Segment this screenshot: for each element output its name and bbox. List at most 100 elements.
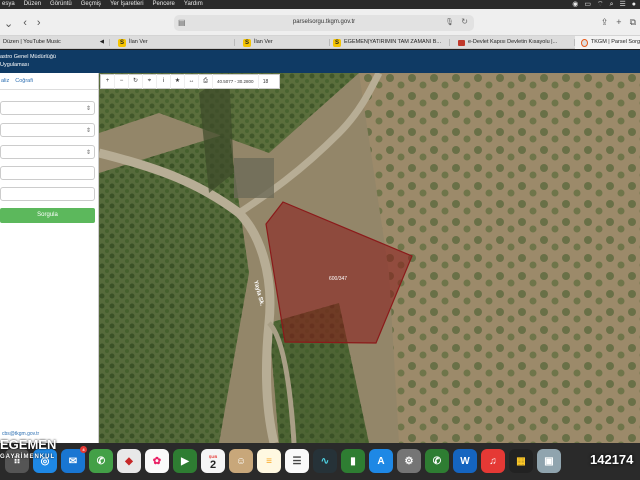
music-icon[interactable]: ♫ [481, 449, 505, 473]
parcel-input[interactable] [0, 187, 95, 201]
tab-tkgm[interactable]: TKGM | Parsel Sorg [575, 36, 640, 49]
menu-view[interactable]: Görüntü [50, 0, 72, 9]
speaker-icon[interactable]: ◀ [100, 36, 104, 49]
menu-bar: esya Düzen Görüntü Geçmiş Yer İşaretleri… [0, 0, 640, 9]
province-select[interactable]: ⇕ [0, 101, 95, 115]
reminders-icon[interactable]: ☰ [285, 449, 309, 473]
app-header: astro Genel Müdürlüğü Uygulaması [0, 50, 640, 73]
forward-button[interactable]: › [37, 17, 41, 30]
word-icon[interactable]: W [453, 449, 477, 473]
zoom-in-button[interactable]: + [101, 74, 115, 89]
messages-icon[interactable]: ✆ [89, 449, 113, 473]
sahibinden-icon: S [118, 38, 126, 47]
company-watermark: EGEMEN GAYRİMENKUL [0, 438, 66, 468]
tab-youtube-music[interactable]: Düzen | YouTube Music ◀ [0, 36, 110, 49]
siri-icon[interactable]: ● [632, 0, 636, 9]
reload-icon[interactable]: ↻ [461, 17, 468, 26]
edevlet-icon [458, 39, 465, 46]
control-center-icon[interactable]: ☰ [619, 0, 625, 9]
calendar-day: 2 [209, 459, 217, 471]
print-icon[interactable]: ⎙ [199, 74, 213, 89]
search-icon[interactable]: ⌕ [610, 0, 614, 9]
app-subtitle: Uygulaması [0, 62, 30, 68]
map-toolbar: + − ↻ ⌖ i ★ ↔ ⎙ 40.5077 - 30.2800 18 [100, 74, 280, 89]
freeform-icon[interactable]: ∿ [313, 449, 337, 473]
tab-label: İlan Ver [129, 39, 148, 45]
parcel-number-label: 600/347 [329, 276, 347, 282]
notes-icon[interactable]: ≡ [257, 449, 281, 473]
query-button[interactable]: Sorgula [0, 208, 95, 223]
star-icon[interactable]: ★ [171, 74, 185, 89]
system-settings-icon[interactable]: ⚙ [397, 449, 421, 473]
agency-name: astro Genel Müdürlüğü [0, 54, 56, 60]
menu-window[interactable]: Pencere [153, 0, 175, 9]
tab-ilan-ver-1[interactable]: S İlan Ver [110, 36, 235, 49]
maps-icon[interactable]: ◆ [117, 449, 141, 473]
tab-label: TKGM | Parsel Sorg [590, 39, 640, 45]
select-arrow-icon: ⇕ [85, 150, 91, 156]
tkgm-favicon [581, 38, 588, 47]
status-icons: ◉ ▭ ⌔ ⌕ ☰ ● [572, 0, 640, 9]
facetime-icon[interactable]: ▶ [173, 449, 197, 473]
gallery-app-icon[interactable]: ▦ [509, 449, 533, 473]
tab-label: e-Devlet Kapısı Devletin Kısayolu |... [468, 39, 558, 45]
info-icon[interactable]: i [157, 74, 171, 89]
sidebar-toggle-icon[interactable]: ⌄ [4, 17, 13, 30]
menu-bookmarks[interactable]: Yer İşaretleri [110, 0, 143, 9]
menu-edit[interactable]: Düzen [24, 0, 41, 9]
satellite-map[interactable]: 600/347 Yayla Sk. [99, 73, 640, 443]
watermark-line2: GAYRİMENKUL [0, 454, 56, 460]
numbers-icon[interactable]: ▮ [341, 449, 365, 473]
tab-egemen[interactable]: S EGEMEN|YATIRIMIN TAM ZAMANI B... [330, 36, 450, 49]
address-bar[interactable]: ▤ parselsorgu.tkgm.gov.tr 🎙 ↻ [174, 15, 474, 31]
tab-ilan-ver-2[interactable]: S İlan Ver [235, 36, 330, 49]
tab-analytic[interactable]: aliz [1, 78, 9, 84]
locate-icon[interactable]: ⌖ [143, 74, 157, 89]
back-button[interactable]: ‹ [23, 17, 27, 30]
phone-overlay: 142174 [590, 452, 634, 467]
tab-label: İlan Ver [254, 39, 273, 45]
browser-toolbar: ⌄ ‹ › ▤ parselsorgu.tkgm.gov.tr 🎙 ↻ ⇪ + … [0, 9, 640, 36]
share-icon[interactable]: ⇪ [601, 17, 609, 28]
contacts-icon[interactable]: ☺ [229, 449, 253, 473]
tabs-icon[interactable]: ⧉ [630, 17, 636, 28]
district-select[interactable]: ⇕ [0, 123, 95, 137]
menu-file[interactable]: esya [2, 0, 15, 9]
nav-buttons: ⌄ ‹ › [4, 17, 41, 30]
address-url[interactable]: parselsorgu.tkgm.gov.tr [174, 19, 474, 25]
map-imagery[interactable]: 600/347 Yayla Sk. [99, 73, 640, 443]
tab-label: Düzen | YouTube Music [3, 39, 61, 45]
select-arrow-icon: ⇕ [85, 106, 91, 112]
dock: ⠿ ◎ ✉ 4 ✆ ◆ ✿ ▶ ŞUB 2 ☺ ≡ ☰ ∿ ▮ A ⚙ ✆ W ♫… [0, 443, 640, 480]
block-input[interactable] [0, 166, 95, 180]
app-store-icon[interactable]: A [369, 449, 393, 473]
wifi-icon[interactable]: ⌔ [597, 0, 604, 9]
query-sidebar: aliz Coğrafi ⇕ ⇕ ⇕ Sorgula cbs@tkgm.gov.… [0, 73, 99, 443]
calendar-icon[interactable]: ŞUB 2 [201, 449, 225, 473]
battery-icon[interactable]: ▭ [584, 0, 591, 9]
preview-icon[interactable]: ▣ [537, 449, 561, 473]
whatsapp-icon[interactable]: ✆ [425, 449, 449, 473]
photos-icon[interactable]: ✿ [145, 449, 169, 473]
dock-icons: ⠿ ◎ ✉ 4 ✆ ◆ ✿ ▶ ŞUB 2 ☺ ≡ ☰ ∿ ▮ A ⚙ ✆ W ♫… [0, 446, 640, 475]
neighborhood-select[interactable]: ⇕ [0, 145, 95, 159]
coordinate-readout: 40.5077 - 30.2800 [213, 74, 259, 89]
sahibinden-icon: S [333, 38, 341, 47]
measure-icon[interactable]: ↔ [185, 74, 199, 89]
zoom-out-button[interactable]: − [115, 74, 129, 89]
toolbar-right: ⇪ + ⧉ [601, 17, 636, 28]
record-icon[interactable]: ◉ [572, 0, 578, 9]
microphone-icon[interactable]: 🎙 [445, 18, 454, 26]
zoom-level: 18 [262, 78, 269, 85]
tab-geographic[interactable]: Coğrafi [15, 78, 33, 84]
refresh-icon[interactable]: ↻ [129, 74, 143, 89]
tab-bar: Düzen | YouTube Music ◀ S İlan Ver S İla… [0, 36, 640, 49]
sahibinden-icon: S [243, 38, 251, 47]
menu-help[interactable]: Yardım [184, 0, 203, 9]
tab-edevlet[interactable]: e-Devlet Kapısı Devletin Kısayolu |... [450, 36, 575, 49]
menu-history[interactable]: Geçmiş [81, 0, 101, 9]
mail-badge: 4 [80, 446, 87, 453]
sidebar-tabs: aliz Coğrafi [0, 73, 98, 90]
select-arrow-icon: ⇕ [85, 128, 91, 134]
new-tab-icon[interactable]: + [616, 17, 621, 28]
